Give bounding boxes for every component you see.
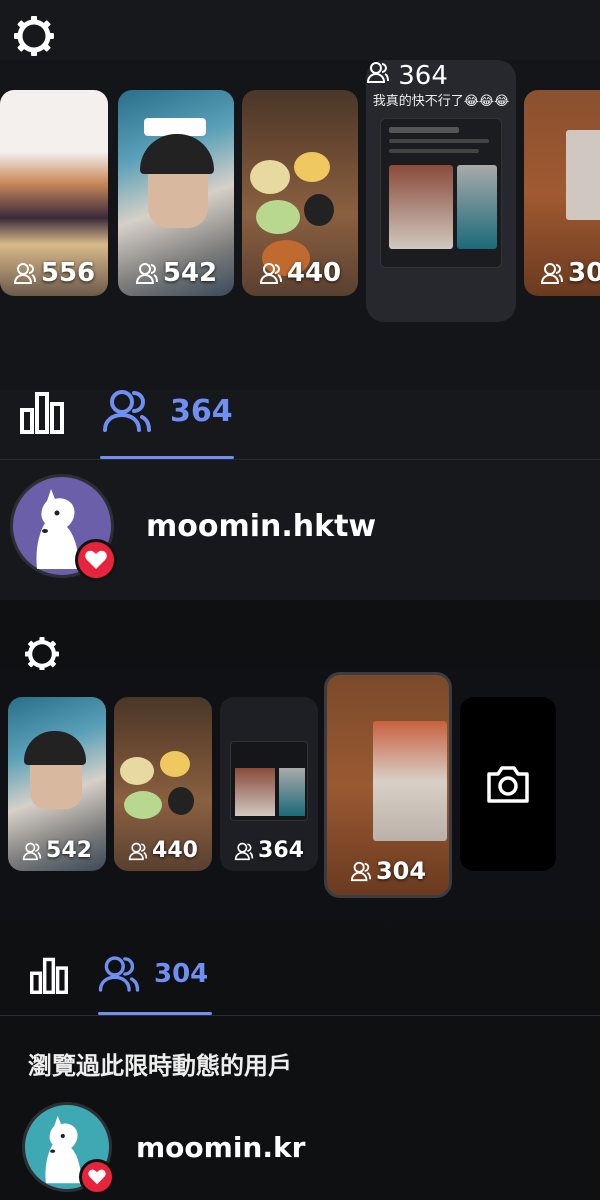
story-caption: 我真的快不行了😂😂😂 <box>372 94 510 109</box>
viewers-icon <box>13 263 36 284</box>
viewers-section-title: 瀏覽過此限時動態的用戶 <box>28 1052 292 1080</box>
heart-icon <box>79 1159 115 1195</box>
story-thumbnail[interactable]: 440 <box>114 697 212 871</box>
avatar[interactable] <box>10 474 117 581</box>
story-thumbnail-tray: 556 542 440 我真的快不行了😂😂� <box>0 60 600 390</box>
story-thumbnail-selected[interactable]: 我真的快不行了😂😂😂 364 <box>366 60 516 322</box>
viewers-icon <box>128 842 148 860</box>
view-count: 542 <box>8 838 106 863</box>
tab-stats[interactable] <box>18 390 66 438</box>
story-thumbnail[interactable]: 542 <box>118 90 234 296</box>
tab-viewers[interactable]: 364 <box>102 388 233 434</box>
settings-gear-icon[interactable] <box>22 634 63 675</box>
view-count: 440 <box>242 258 358 288</box>
viewers-icon <box>22 842 42 860</box>
camera-icon <box>487 766 529 803</box>
view-count: 364 <box>220 838 318 863</box>
insight-tabs: 364 <box>0 360 600 460</box>
viewers-icon <box>135 263 158 284</box>
viewer-row[interactable]: moomin.kr <box>0 1102 600 1195</box>
viewer-username[interactable]: moomin.hktw <box>146 509 376 544</box>
story-viewer-panel-bottom: 542 440 364 304 304 瀏覽過此限時動態的用戶 moomin.k… <box>0 600 600 1200</box>
story-thumbnail[interactable]: 542 <box>8 697 106 871</box>
story-thumbnail-selected[interactable]: 304 <box>324 672 452 898</box>
viewer-username[interactable]: moomin.kr <box>136 1131 305 1164</box>
view-count: 440 <box>114 838 212 863</box>
viewers-icon <box>540 263 563 284</box>
story-thumbnail[interactable]: 440 <box>242 90 358 296</box>
tab-viewers[interactable]: 304 <box>98 954 208 994</box>
view-count: 30 <box>524 258 600 288</box>
viewers-icon <box>366 62 389 83</box>
settings-gear-icon[interactable] <box>10 12 58 60</box>
viewers-icon <box>103 390 151 432</box>
story-thumbnail[interactable]: 30 <box>524 90 600 296</box>
viewers-icon <box>350 861 372 882</box>
bar-chart-icon <box>20 392 64 434</box>
view-count: 556 <box>0 258 108 288</box>
story-thumbnail[interactable]: 556 <box>0 90 108 296</box>
insight-tabs: 304 <box>0 930 600 1016</box>
viewer-row[interactable]: moomin.hktw <box>0 474 600 581</box>
tab-stats[interactable] <box>28 956 70 998</box>
avatar[interactable] <box>22 1102 115 1195</box>
viewers-icon <box>98 956 140 992</box>
heart-icon <box>75 539 117 581</box>
viewers-icon <box>234 842 254 860</box>
add-story-camera-button[interactable] <box>460 697 556 871</box>
view-count: 542 <box>118 258 234 288</box>
view-count: 304 <box>327 857 449 885</box>
view-count: 364 <box>366 60 516 91</box>
story-thumbnail[interactable]: 364 <box>220 697 318 871</box>
story-viewer-panel-top: 556 542 440 我真的快不行了😂😂� <box>0 0 600 600</box>
viewers-icon <box>259 263 282 284</box>
bar-chart-icon <box>29 957 68 994</box>
story-thumbnail-tray: 542 440 364 304 <box>0 670 600 920</box>
